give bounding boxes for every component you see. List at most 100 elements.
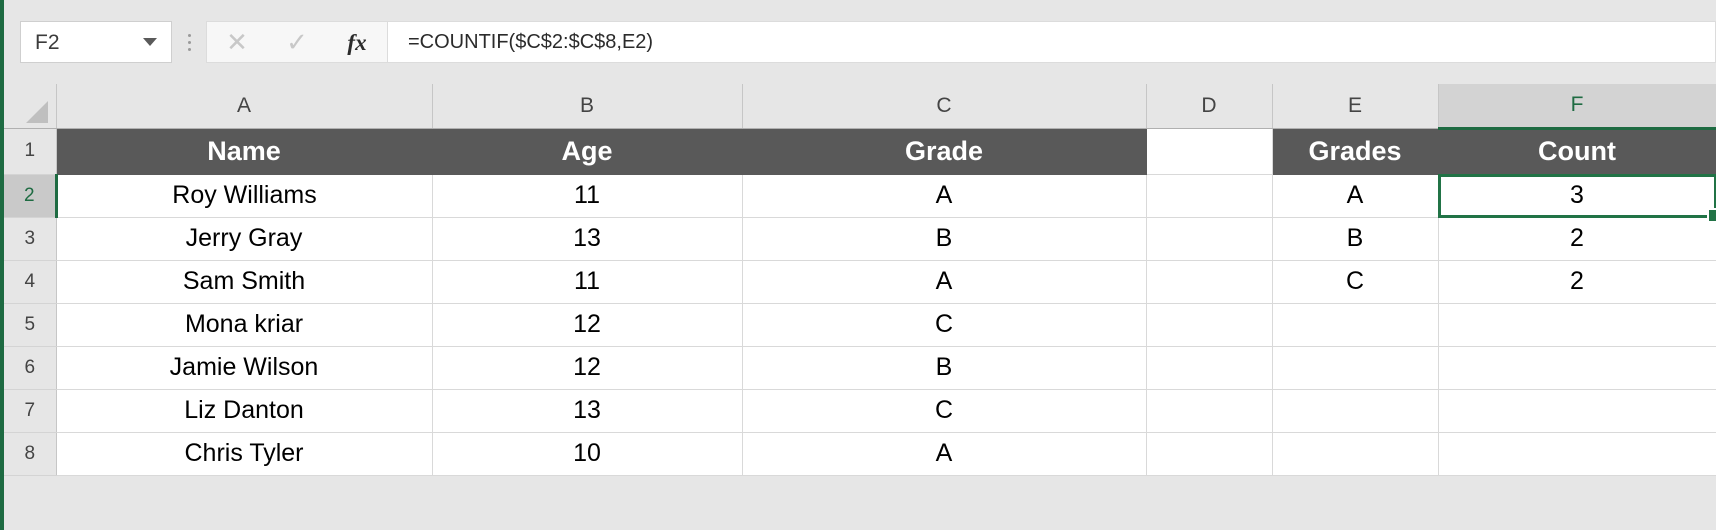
column-header-row: A B C D E F: [4, 84, 1716, 130]
cell-value: A: [1346, 181, 1364, 209]
cell-e2[interactable]: A: [1272, 174, 1439, 218]
cell-e7[interactable]: [1272, 389, 1439, 433]
name-box[interactable]: F2: [20, 21, 172, 63]
row-header-5[interactable]: 5: [4, 303, 57, 347]
row-header-label: 6: [24, 356, 36, 378]
cell-d8[interactable]: [1146, 432, 1273, 476]
select-all-triangle-icon: [25, 100, 48, 123]
column-header-e[interactable]: E: [1272, 84, 1439, 129]
cell-d7[interactable]: [1146, 389, 1273, 433]
cell-a4[interactable]: Sam Smith: [56, 260, 433, 304]
cell-d6[interactable]: [1146, 346, 1273, 390]
cell-b8[interactable]: 10: [432, 432, 743, 476]
insert-function-button[interactable]: fx: [327, 22, 387, 62]
cell-f6[interactable]: [1438, 346, 1716, 390]
cell-b1[interactable]: Age: [432, 128, 743, 175]
cell-f5[interactable]: [1438, 303, 1716, 347]
cell-a6[interactable]: Jamie Wilson: [56, 346, 433, 390]
check-icon: ✓: [286, 27, 308, 57]
cell-c4[interactable]: A: [742, 260, 1147, 304]
cell-e5[interactable]: [1272, 303, 1439, 347]
chevron-down-icon[interactable]: [143, 38, 157, 46]
cell-f3[interactable]: 2: [1438, 217, 1716, 261]
cell-value: Liz Danton: [184, 396, 304, 424]
row-header-4[interactable]: 4: [4, 260, 57, 304]
column-header-label: C: [936, 93, 952, 117]
formula-bar-buttons: ✕ ✓ fx: [206, 21, 387, 63]
cell-value: Count: [1538, 136, 1616, 166]
cell-c7[interactable]: C: [742, 389, 1147, 433]
cancel-formula-button[interactable]: ✕: [207, 22, 267, 62]
column-header-b[interactable]: B: [432, 84, 743, 129]
more-options-icon[interactable]: [172, 21, 206, 63]
cell-c3[interactable]: B: [742, 217, 1147, 261]
cell-b5[interactable]: 12: [432, 303, 743, 347]
cell-b2[interactable]: 11: [432, 174, 743, 218]
row-header-1[interactable]: 1: [4, 128, 57, 175]
row-header-6[interactable]: 6: [4, 346, 57, 390]
cell-e8[interactable]: [1272, 432, 1439, 476]
cell-value: 2: [1570, 224, 1584, 252]
kebab-dot: [187, 33, 191, 37]
cell-value: Age: [561, 135, 613, 166]
grid-body: 1 Name Age Grade Grades Count 2 Roy Williams 11 A…: [4, 128, 1716, 476]
cell-value: A: [935, 439, 953, 467]
cell-e4[interactable]: C: [1272, 260, 1439, 304]
row-header-label: 8: [24, 442, 36, 464]
column-header-d[interactable]: D: [1146, 84, 1273, 129]
cell-f7[interactable]: [1438, 389, 1716, 433]
cell-c6[interactable]: B: [742, 346, 1147, 390]
cell-e6[interactable]: [1272, 346, 1439, 390]
cell-c2[interactable]: A: [742, 174, 1147, 218]
column-header-f[interactable]: F: [1438, 84, 1716, 130]
enter-formula-button[interactable]: ✓: [267, 22, 327, 62]
cell-value: 3: [1570, 181, 1584, 209]
cell-b3[interactable]: 13: [432, 217, 743, 261]
cell-c8[interactable]: A: [742, 432, 1147, 476]
select-all-corner[interactable]: [4, 84, 57, 129]
cell-value: 2: [1570, 267, 1584, 295]
cell-a1[interactable]: Name: [56, 128, 433, 175]
cell-value: Jerry Gray: [185, 224, 303, 252]
cell-a8[interactable]: Chris Tyler: [56, 432, 433, 476]
formula-bar: F2 ✕ ✓ fx =COUNTIF($C$2:$C$8,E2): [4, 0, 1716, 84]
cell-e3[interactable]: B: [1272, 217, 1439, 261]
fx-icon: fx: [347, 29, 367, 55]
cell-b4[interactable]: 11: [432, 260, 743, 304]
cell-a3[interactable]: Jerry Gray: [56, 217, 433, 261]
row-header-7[interactable]: 7: [4, 389, 57, 433]
cell-d3[interactable]: [1146, 217, 1273, 261]
cell-e1[interactable]: Grades: [1272, 128, 1439, 175]
cell-a2[interactable]: Roy Williams: [56, 174, 433, 218]
row-header-label: 7: [24, 399, 36, 421]
row-header-2[interactable]: 2: [4, 174, 58, 218]
cell-a7[interactable]: Liz Danton: [56, 389, 433, 433]
worksheet-grid[interactable]: ABCDEF 1 Name Age Grade Grades Count 2 Roy Will…: [4, 84, 1716, 530]
cell-d4[interactable]: [1146, 260, 1273, 304]
cell-d5[interactable]: [1146, 303, 1273, 347]
cell-d2[interactable]: [1146, 174, 1273, 218]
cell-f8[interactable]: [1438, 432, 1716, 476]
row-header-3[interactable]: 3: [4, 217, 57, 261]
grid-row: 3 Jerry Gray 13 B B 2: [4, 217, 1716, 261]
formula-input[interactable]: =COUNTIF($C$2:$C$8,E2): [387, 21, 1716, 63]
column-header-a[interactable]: A: [56, 84, 433, 129]
kebab-dot: [187, 47, 191, 51]
cell-value: 11: [574, 267, 600, 295]
column-header-c[interactable]: C: [742, 84, 1147, 129]
cell-f2[interactable]: 3: [1437, 173, 1716, 223]
row-header-8[interactable]: 8: [4, 432, 57, 476]
cell-a5[interactable]: Mona kriar: [56, 303, 433, 347]
cell-f1[interactable]: Count: [1438, 128, 1716, 175]
cell-b7[interactable]: 13: [432, 389, 743, 433]
cell-c5[interactable]: C: [742, 303, 1147, 347]
column-header-label: A: [236, 93, 251, 117]
cell-b6[interactable]: 12: [432, 346, 743, 390]
cell-value: Sam Smith: [182, 267, 306, 295]
cell-value: B: [935, 224, 953, 252]
cell-value: A: [935, 267, 953, 295]
cell-c1[interactable]: Grade: [742, 128, 1147, 175]
cell-d1[interactable]: [1146, 128, 1273, 175]
cell-value: 13: [573, 396, 601, 424]
cell-f4[interactable]: 2: [1438, 260, 1716, 304]
